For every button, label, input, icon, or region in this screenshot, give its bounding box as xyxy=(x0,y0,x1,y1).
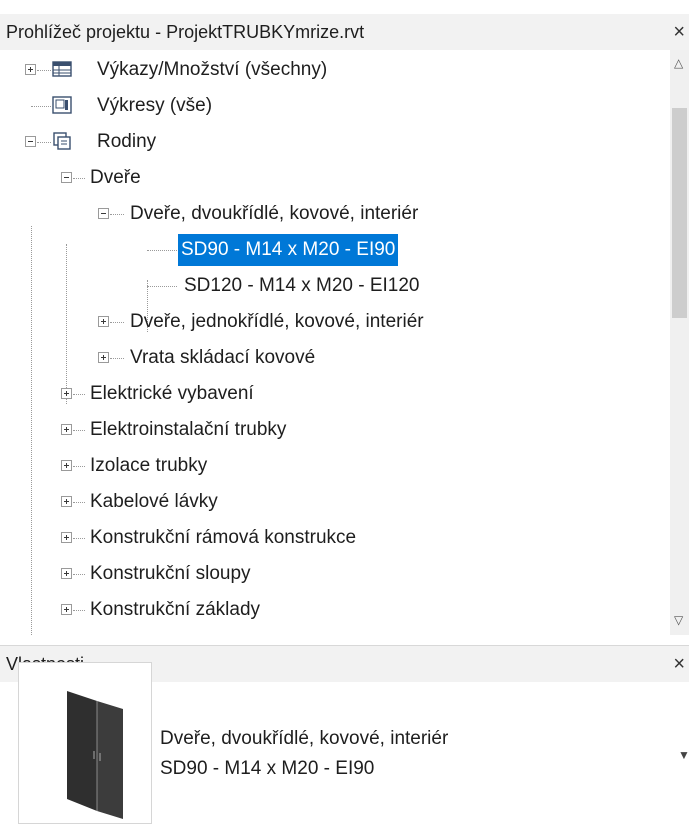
tree-item-folding-gate-family[interactable]: Vrata skládací kovové xyxy=(0,340,670,376)
tree-item-label[interactable]: Kabelové lávky xyxy=(87,484,221,520)
tree-item-structural-foundations[interactable]: Konstrukční základy xyxy=(0,592,670,628)
tree-item-label[interactable]: Izolace trubky xyxy=(87,448,210,484)
project-browser-tree: Výkazy/Množství (všechny) Výkresy (vše) … xyxy=(0,50,670,635)
expand-icon[interactable] xyxy=(98,352,109,363)
type-preview xyxy=(18,662,152,824)
tree-item-pipe-insulation[interactable]: Izolace trubky xyxy=(0,448,670,484)
tree-item-conduits[interactable]: Elektroinstalační trubky xyxy=(0,412,670,448)
tree-item-label[interactable]: Výkazy/Množství (všechny) xyxy=(94,52,330,88)
project-browser-header: Prohlížeč projektu - ProjektTRUBKYmrize.… xyxy=(0,14,689,50)
expand-icon[interactable] xyxy=(61,532,72,543)
expand-icon[interactable] xyxy=(61,604,72,615)
expand-icon[interactable] xyxy=(61,496,72,507)
tree-item-doors[interactable]: Dveře xyxy=(0,160,670,196)
tree-item-label[interactable]: Elektroinstalační trubky xyxy=(87,412,289,448)
double-door-icon xyxy=(67,691,123,819)
tree-item-sd120-type[interactable]: SD120 - M14 x M20 - EI120 xyxy=(0,268,670,304)
tree-item-sheets[interactable]: Výkresy (vše) xyxy=(0,88,670,124)
tree-item-label[interactable]: Vrata skládací kovové xyxy=(127,340,318,376)
type-selector-dropdown-icon[interactable]: ▼ xyxy=(678,748,689,762)
tree-item-sd90-type[interactable]: SD90 - M14 x M20 - EI90 xyxy=(0,232,670,268)
project-browser-title: Prohlížeč projektu - ProjektTRUBKYmrize.… xyxy=(6,22,365,42)
tree-item-families[interactable]: Rodiny xyxy=(0,124,670,160)
tree-item-label[interactable]: Konstrukční základy xyxy=(87,592,263,628)
tree-item-label[interactable]: Rodiny xyxy=(94,124,159,160)
tree-item-label[interactable]: Konstrukční sloupy xyxy=(87,556,254,592)
tree-item-label[interactable]: Výkresy (vše) xyxy=(94,88,215,124)
scroll-down-icon[interactable]: ▽ xyxy=(674,613,683,627)
project-browser-close-icon[interactable]: × xyxy=(673,14,685,50)
tree-item-schedules[interactable]: Výkazy/Množství (všechny) xyxy=(0,52,670,88)
expand-icon[interactable] xyxy=(25,64,36,75)
expand-icon[interactable] xyxy=(98,316,109,327)
type-family-name[interactable]: Dveře, dvoukřídlé, kovové, interiér xyxy=(160,728,448,750)
tree-item-label[interactable]: Dveře, dvoukřídlé, kovové, interiér xyxy=(127,196,421,232)
expand-icon[interactable] xyxy=(61,568,72,579)
tree-item-electrical-equipment[interactable]: Elektrické vybavení xyxy=(0,376,670,412)
sheet-icon xyxy=(52,96,72,114)
tree-item-label[interactable]: SD90 - M14 x M20 - EI90 xyxy=(178,234,399,266)
schedule-icon xyxy=(52,61,72,77)
expand-icon[interactable] xyxy=(61,424,72,435)
tree-item-label[interactable]: Dveře, jednokřídlé, kovové, interiér xyxy=(127,304,427,340)
properties-close-icon[interactable]: × xyxy=(673,646,685,682)
families-icon xyxy=(53,132,71,150)
tree-item-cable-trays[interactable]: Kabelové lávky xyxy=(0,484,670,520)
collapse-icon[interactable] xyxy=(61,172,72,183)
scroll-up-icon[interactable]: △ xyxy=(674,56,683,70)
tree-item-label[interactable]: SD120 - M14 x M20 - EI120 xyxy=(181,268,423,304)
tree-item-label[interactable]: Dveře xyxy=(87,160,144,196)
tree-item-double-door-family[interactable]: Dveře, dvoukřídlé, kovové, interiér xyxy=(0,196,670,232)
tree-item-structural-framing[interactable]: Konstrukční rámová konstrukce xyxy=(0,520,670,556)
expand-icon[interactable] xyxy=(61,388,72,399)
collapse-icon[interactable] xyxy=(98,208,109,219)
tree-item-label[interactable]: Konstrukční rámová konstrukce xyxy=(87,520,359,556)
expand-icon[interactable] xyxy=(61,460,72,471)
tree-item-single-door-family[interactable]: Dveře, jednokřídlé, kovové, interiér xyxy=(0,304,670,340)
scrollbar-thumb[interactable] xyxy=(672,108,687,318)
tree-item-label[interactable]: Elektrické vybavení xyxy=(87,376,257,412)
tree-scrollbar[interactable]: △ ▽ xyxy=(670,50,689,635)
type-name[interactable]: SD90 - M14 x M20 - EI90 xyxy=(160,758,374,780)
collapse-icon[interactable] xyxy=(25,136,36,147)
tree-item-structural-columns[interactable]: Konstrukční sloupy xyxy=(0,556,670,592)
